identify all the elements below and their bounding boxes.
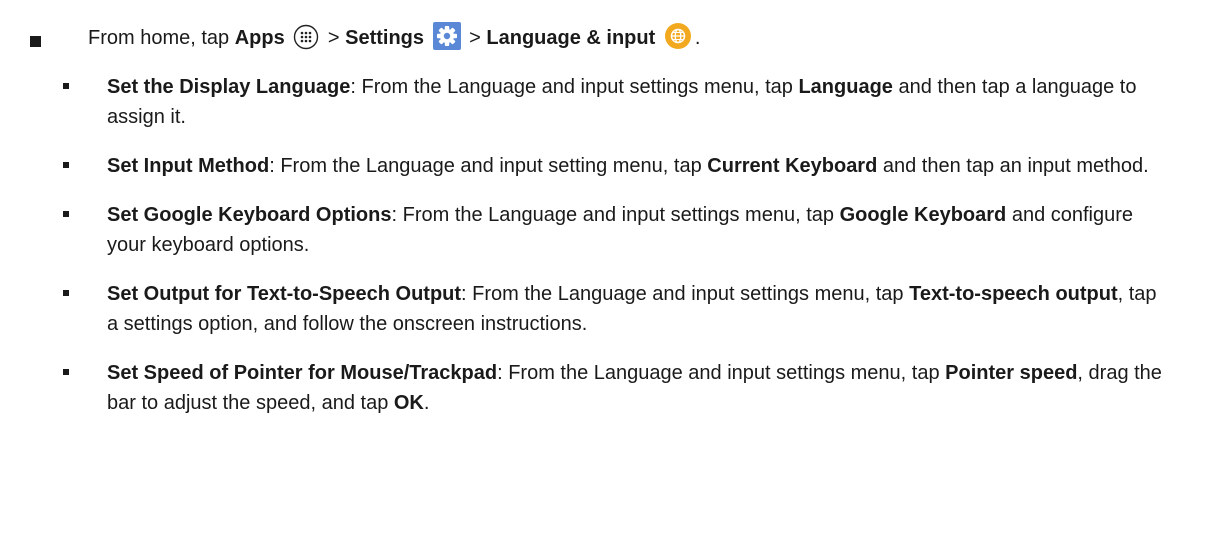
item-title: Set the Display Language <box>107 76 351 98</box>
separator: > <box>469 27 481 49</box>
item-bold: Text-to-speech output <box>909 283 1118 305</box>
item-text: : From the Language and input settings m… <box>461 283 910 305</box>
item-title: Set Google Keyboard Options <box>107 204 392 226</box>
square-bullet <box>63 369 69 375</box>
apps-grid-icon <box>293 24 319 59</box>
item-text: : From the Language and input settings m… <box>391 204 840 226</box>
square-bullet <box>63 83 69 89</box>
item-title: Set Speed of Pointer for Mouse/Trackpad <box>107 362 498 384</box>
square-bullet <box>63 211 69 217</box>
item-bold: Pointer speed <box>945 362 1078 384</box>
sub-step-list: Set the Display Language: From the Langu… <box>63 72 1173 437</box>
item-text: : From the Language and input setting me… <box>269 155 708 177</box>
settings-gear-icon <box>432 22 461 59</box>
item-bold: Current Keyboard <box>707 155 878 177</box>
item-bold: Language <box>798 76 893 98</box>
item-bold: OK <box>393 392 424 414</box>
square-bullet <box>63 162 69 168</box>
item-text: : From the Language and input settings m… <box>497 362 946 384</box>
intro-text: From home, tap Apps > Settings > Languag… <box>88 22 700 59</box>
intro-prefix: From home, tap <box>88 27 230 49</box>
list-item: Set Google Keyboard Options: From the La… <box>63 200 1173 260</box>
item-text: : From the Language and input settings m… <box>350 76 799 98</box>
item-text: and then tap an input method. <box>877 155 1149 177</box>
separator: > <box>327 27 340 49</box>
intro-end: . <box>694 27 701 49</box>
document-page: From home, tap Apps > Settings > Languag… <box>0 0 1215 535</box>
list-item: Set Input Method: From the Language and … <box>63 151 1173 181</box>
list-item: Set the Display Language: From the Langu… <box>63 72 1173 132</box>
square-bullet <box>63 290 69 296</box>
item-text: . <box>423 392 430 414</box>
settings-label: Settings <box>345 27 425 49</box>
item-title: Set Input Method <box>107 155 270 177</box>
language-input-label: Language & input <box>486 27 656 49</box>
list-item: Set Output for Text-to-Speech Output: Fr… <box>63 279 1173 339</box>
apps-label: Apps <box>234 27 285 49</box>
list-item: Set Speed of Pointer for Mouse/Trackpad:… <box>63 358 1173 418</box>
item-bold: Google Keyboard <box>839 204 1007 226</box>
item-title: Set Output for Text-to-Speech Output <box>107 283 462 305</box>
square-bullet <box>30 36 41 47</box>
globe-icon <box>664 22 692 59</box>
